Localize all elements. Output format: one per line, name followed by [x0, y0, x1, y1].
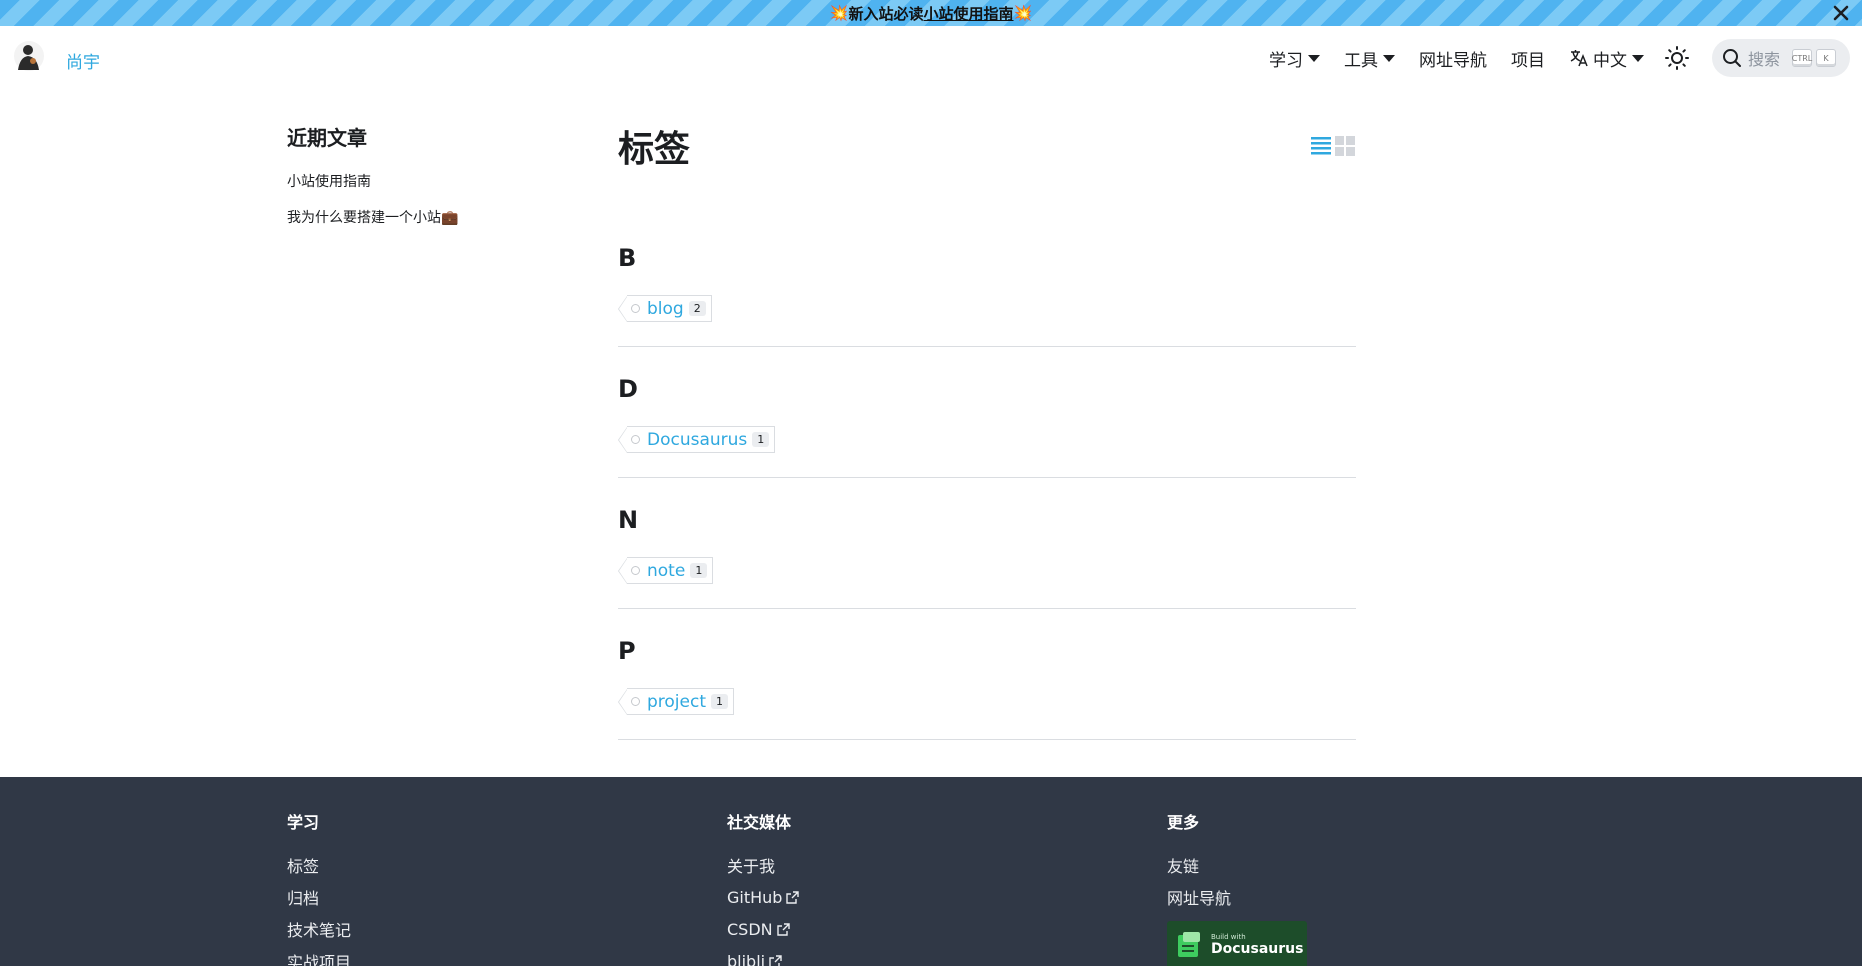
avatar[interactable]: [13, 40, 45, 72]
search-button[interactable]: 搜索 CTRL K: [1712, 39, 1850, 77]
footer-link-friends[interactable]: 友链: [1167, 849, 1307, 881]
footer-link-label: CSDN: [727, 919, 773, 939]
footer-link-label: GitHub: [727, 887, 783, 907]
external-link-icon: [769, 954, 782, 966]
badge-small-text: Build with: [1211, 933, 1246, 941]
tags-main: 标签 B blog 2 D Docusaurus 1 N note 1 P pr…: [618, 120, 1356, 740]
close-icon[interactable]: [1828, 0, 1854, 26]
tag-hole-icon: [631, 566, 640, 575]
tag-note[interactable]: note 1: [618, 557, 714, 584]
nav-tools[interactable]: 工具: [1344, 46, 1395, 71]
sidebar-post-why[interactable]: 我为什么要搭建一个小站💼: [287, 207, 547, 227]
tag-docusaurus[interactable]: Docusaurus 1: [618, 426, 776, 453]
kbd-k: K: [1816, 49, 1837, 67]
group-letter: P: [618, 637, 636, 665]
tag-hole-icon: [631, 697, 640, 706]
group-letter: D: [618, 375, 638, 403]
grid-view-icon[interactable]: [1334, 134, 1356, 156]
nav-websites[interactable]: 网址导航: [1419, 46, 1487, 71]
docusaurus-badge[interactable]: Build with Docusaurus: [1167, 921, 1307, 966]
footer-link-bilibili[interactable]: blibli: [727, 945, 799, 966]
announcement-link[interactable]: 小站使用指南: [924, 3, 1014, 24]
nav-right: 学习 工具 网址导航 项目 中文 搜索 CTRL K: [1245, 36, 1850, 80]
tag-group-n: N note 1: [618, 478, 1356, 609]
kbd-ctrl: CTRL: [1792, 49, 1812, 67]
footer-link-notes[interactable]: 技术笔记: [287, 913, 351, 945]
footer-link-about[interactable]: 关于我: [727, 849, 799, 881]
tag-hole-icon: [631, 304, 640, 313]
footer-link-projects[interactable]: 实战项目: [287, 945, 351, 966]
footer: 学习 标签 归档 技术笔记 实战项目 社交媒体 关于我 GitHub CSDN …: [0, 777, 1862, 966]
tag-label: blog: [647, 298, 684, 319]
language-label: 中文: [1593, 50, 1627, 71]
footer-link-archive[interactable]: 归档: [287, 881, 351, 913]
tag-label: project: [647, 691, 707, 712]
tag-label: Docusaurus: [647, 429, 748, 450]
site-title[interactable]: 尚宇: [66, 48, 100, 73]
announcement-emoji-right: 💥: [1013, 4, 1033, 22]
tag-count-badge: 1: [752, 432, 770, 447]
tag-group-p: P project 1: [618, 609, 1356, 740]
tag-hole-icon: [631, 435, 640, 444]
tag-label: note: [647, 560, 686, 581]
announcement-bar: 💥 新入站必读 小站使用指南 💥: [0, 0, 1862, 26]
nav-learn[interactable]: 学习: [1269, 46, 1320, 71]
view-toggle: [1310, 134, 1356, 156]
search-icon: [1723, 49, 1741, 67]
chevron-down-icon: [1383, 54, 1395, 62]
tag-count-badge: 2: [688, 301, 706, 316]
group-letter: B: [618, 244, 637, 272]
tag-count-badge: 1: [690, 563, 708, 578]
external-link-icon: [776, 922, 790, 936]
badge-big-text: Docusaurus: [1211, 941, 1304, 957]
announcement-text: 新入站必读: [848, 4, 924, 23]
navbar: 尚宇 学习 工具 网址导航 项目 中文 搜索 CTRL K: [0, 26, 1862, 90]
footer-column-more: 更多 友链 网址导航 Build with Docusaurus: [1167, 809, 1307, 966]
footer-column-title: 社交媒体: [727, 813, 792, 832]
chevron-down-icon: [1308, 54, 1320, 62]
translate-icon: [1570, 50, 1588, 67]
footer-link-csdn[interactable]: CSDN: [727, 913, 799, 945]
footer-column-title: 更多: [1167, 813, 1200, 832]
footer-link-websites[interactable]: 网址导航: [1167, 881, 1307, 913]
sidebar-title: 近期文章: [287, 126, 367, 150]
tag-group-d: D Docusaurus 1: [618, 347, 1356, 478]
footer-column-social: 社交媒体 关于我 GitHub CSDN blibli: [727, 809, 800, 966]
group-letter: N: [618, 506, 639, 534]
nav-projects[interactable]: 项目: [1511, 46, 1545, 71]
page-title: 标签: [618, 129, 691, 170]
recent-posts-sidebar: 近期文章 小站使用指南 我为什么要搭建一个小站💼: [287, 122, 547, 243]
footer-link-github[interactable]: GitHub: [727, 881, 800, 913]
footer-column-title: 学习: [287, 813, 320, 832]
tag-project[interactable]: project 1: [618, 688, 735, 715]
tag-blog[interactable]: blog 2: [618, 295, 712, 322]
sidebar-post-guide[interactable]: 小站使用指南: [287, 171, 547, 191]
footer-link-tags[interactable]: 标签: [287, 849, 351, 881]
sun-icon: [1665, 46, 1689, 70]
search-placeholder: 搜索: [1748, 50, 1781, 69]
nav-tools-label: 工具: [1344, 50, 1378, 71]
announcement-emoji-left: 💥: [829, 4, 849, 22]
external-link-icon: [786, 890, 800, 904]
tag-count-badge: 1: [711, 694, 729, 709]
docusaurus-logo-icon: [1178, 932, 1200, 957]
list-view-icon[interactable]: [1310, 134, 1332, 156]
footer-column-learn: 学习 标签 归档 技术笔记 实战项目: [287, 809, 351, 966]
nav-learn-label: 学习: [1269, 50, 1303, 71]
footer-link-label: blibli: [727, 951, 766, 966]
tag-group-b: B blog 2: [618, 216, 1356, 347]
language-dropdown[interactable]: 中文: [1569, 46, 1644, 71]
theme-toggle-button[interactable]: [1664, 45, 1690, 71]
chevron-down-icon: [1632, 54, 1644, 62]
